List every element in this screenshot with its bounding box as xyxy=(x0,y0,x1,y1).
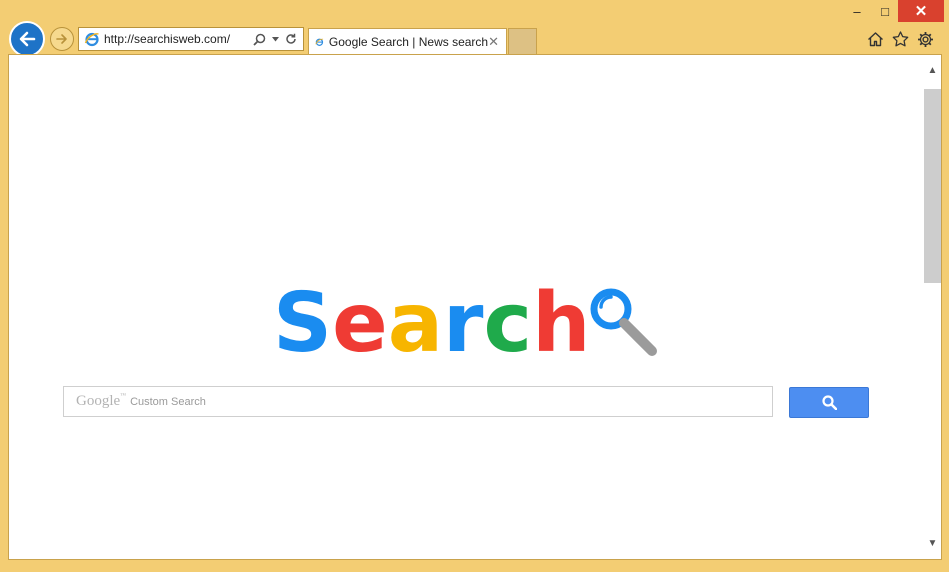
vertical-scrollbar[interactable]: ▲ ▼ xyxy=(924,55,941,559)
page-viewport: Search Google™ Custom Search ▲ ▼ xyxy=(8,54,942,560)
back-arrow-icon xyxy=(19,31,36,47)
logo-letter: e xyxy=(332,276,388,371)
scroll-up-icon[interactable]: ▲ xyxy=(924,65,941,76)
dropdown-icon[interactable] xyxy=(272,36,279,42)
logo-letter: c xyxy=(483,276,533,371)
home-icon[interactable] xyxy=(864,29,886,49)
magnifier-logo-icon xyxy=(590,288,657,356)
logo-letter: h xyxy=(532,276,591,371)
ie-logo-icon xyxy=(315,38,324,46)
new-tab-button[interactable] xyxy=(508,28,537,54)
back-button[interactable] xyxy=(9,21,45,57)
tab-active[interactable]: Google Search | News search ✕ xyxy=(308,28,507,54)
tab-title: Google Search | News search xyxy=(328,34,489,49)
search-input[interactable]: Google™ Custom Search xyxy=(63,386,773,417)
refresh-icon[interactable] xyxy=(285,33,297,45)
logo-letter: a xyxy=(387,276,444,371)
logo-letter: S xyxy=(273,276,333,371)
favorites-star-icon[interactable] xyxy=(889,29,911,49)
search-logo: Search xyxy=(273,277,590,367)
search-placeholder: Custom Search xyxy=(130,395,206,408)
maximize-button[interactable]: □ xyxy=(872,0,898,22)
search-icon xyxy=(821,395,837,410)
settings-gear-icon[interactable] xyxy=(914,29,936,49)
forward-button[interactable] xyxy=(50,27,74,51)
search-button[interactable] xyxy=(789,387,869,418)
tab-close-icon[interactable]: ✕ xyxy=(488,34,499,50)
close-button[interactable]: ✕ xyxy=(898,0,944,22)
scroll-down-icon[interactable]: ▼ xyxy=(924,538,941,549)
scrollbar-thumb[interactable] xyxy=(924,89,941,283)
ie-logo-icon xyxy=(84,32,99,47)
forward-arrow-icon xyxy=(56,34,67,44)
minimize-button[interactable]: ‒ xyxy=(842,0,872,22)
address-bar[interactable]: http://searchisweb.com/ xyxy=(78,27,304,51)
google-watermark: Google™ xyxy=(76,393,127,409)
logo-letter: r xyxy=(443,276,484,371)
address-url[interactable]: http://searchisweb.com/ xyxy=(104,32,253,46)
search-icon[interactable] xyxy=(253,33,266,46)
browser-window: ‒ □ ✕ http://searchisweb.com/ Google Sea… xyxy=(0,0,949,572)
